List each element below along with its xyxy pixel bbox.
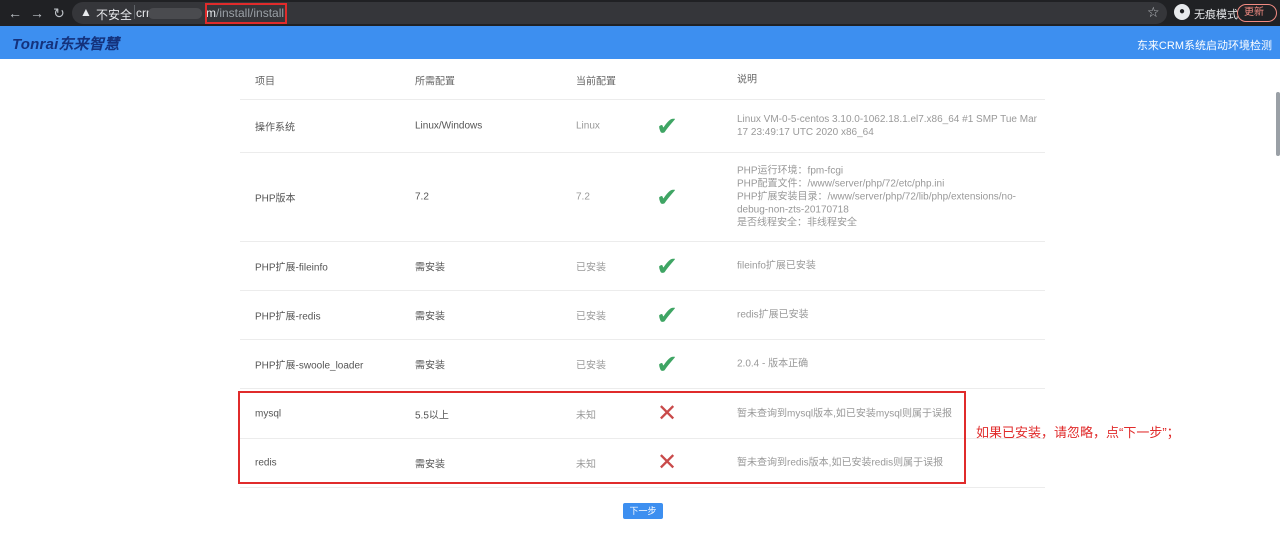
- check-icon: ✔: [656, 111, 678, 141]
- row-description: Linux VM-0-5-centos 3.10.0-1062.18.1.el7…: [737, 114, 1037, 138]
- arrow-left-icon[interactable]: ←: [6, 4, 24, 22]
- row-item: PHP扩展-fileinfo: [255, 262, 328, 274]
- row-item: PHP扩展-swoole_loader: [255, 360, 364, 372]
- logo: Tonrai东来智慧: [12, 36, 120, 53]
- warning-icon: ▲: [80, 5, 92, 19]
- header-item: 项目: [255, 76, 275, 87]
- header-required: 所需配置: [415, 76, 455, 87]
- annotation-note: 如果已安装，请忽略，点“下一步”；: [976, 425, 1180, 440]
- app-header: Tonrai东来智慧 东来CRM系统启动环境检测: [0, 26, 1280, 59]
- reload-icon[interactable]: ↻: [50, 4, 68, 22]
- row-required: 7.2: [415, 191, 429, 203]
- url-redaction: [148, 8, 202, 19]
- check-icon: ✔: [656, 349, 678, 379]
- table-row: PHP扩展-redis 需安装 已安装 ✔ redis扩展已安装: [240, 291, 1045, 340]
- row-description: 2.0.4 - 版本正确: [737, 358, 809, 370]
- row-current: 7.2: [576, 191, 590, 203]
- header-current: 当前配置: [576, 76, 616, 87]
- table-row: PHP扩展-swoole_loader 需安装 已安装 ✔ 2.0.4 - 版本正确: [240, 340, 1045, 389]
- star-icon[interactable]: ☆: [1147, 4, 1160, 21]
- table-row: 操作系统 Linux/Windows Linux ✔ Linux VM-0-5-cent…: [240, 100, 1045, 153]
- row-description: fileinfo扩展已安装: [737, 260, 816, 272]
- row-description: PHP运行环境：fpm-fcgi PHP配置文件：/www/server/php…: [737, 165, 1016, 229]
- row-current: 已安装: [576, 311, 606, 323]
- scrollbar-thumb[interactable]: [1276, 92, 1280, 156]
- row-required: 需安装: [415, 262, 445, 274]
- check-icon: ✔: [656, 251, 678, 281]
- arrow-right-icon[interactable]: →: [28, 4, 46, 22]
- next-step-button[interactable]: 下一步: [623, 503, 663, 519]
- page-title: 东来CRM系统启动环境检测: [1136, 40, 1272, 52]
- security-label: 不安全: [96, 8, 133, 22]
- profile-label: 无痕模式: [1194, 9, 1238, 21]
- highlight-box: [238, 391, 966, 484]
- incognito-icon[interactable]: ●: [1174, 4, 1190, 20]
- update-button[interactable]: 更新: [1237, 4, 1277, 22]
- row-description: redis扩展已安装: [737, 309, 809, 321]
- url-highlight-box: [205, 3, 287, 24]
- row-required: 需安装: [415, 360, 445, 372]
- url-separator: [134, 5, 135, 19]
- row-item: PHP扩展-redis: [255, 311, 321, 323]
- row-item: 操作系统: [255, 122, 295, 134]
- header-description: 说明: [737, 74, 757, 85]
- row-current: 已安装: [576, 360, 606, 372]
- check-icon: ✔: [656, 182, 678, 212]
- table-row: PHP版本 7.2 7.2 ✔ PHP运行环境：fpm-fcgi PHP配置文件：/ww…: [240, 153, 1045, 242]
- row-current: Linux: [576, 120, 600, 132]
- table-header: 项目 所需配置 当前配置 说明: [240, 60, 1045, 100]
- row-required: 需安装: [415, 311, 445, 323]
- row-current: 已安装: [576, 262, 606, 274]
- row-required: Linux/Windows: [415, 120, 483, 132]
- check-icon: ✔: [656, 300, 678, 330]
- table-row: PHP扩展-fileinfo 需安装 已安装 ✔ fileinfo扩展已安装: [240, 242, 1045, 291]
- browser-toolbar: ← → ↻ ▲ 不安全 crr m/install/install ☆ ● 无痕…: [0, 0, 1280, 26]
- row-item: PHP版本: [255, 193, 296, 205]
